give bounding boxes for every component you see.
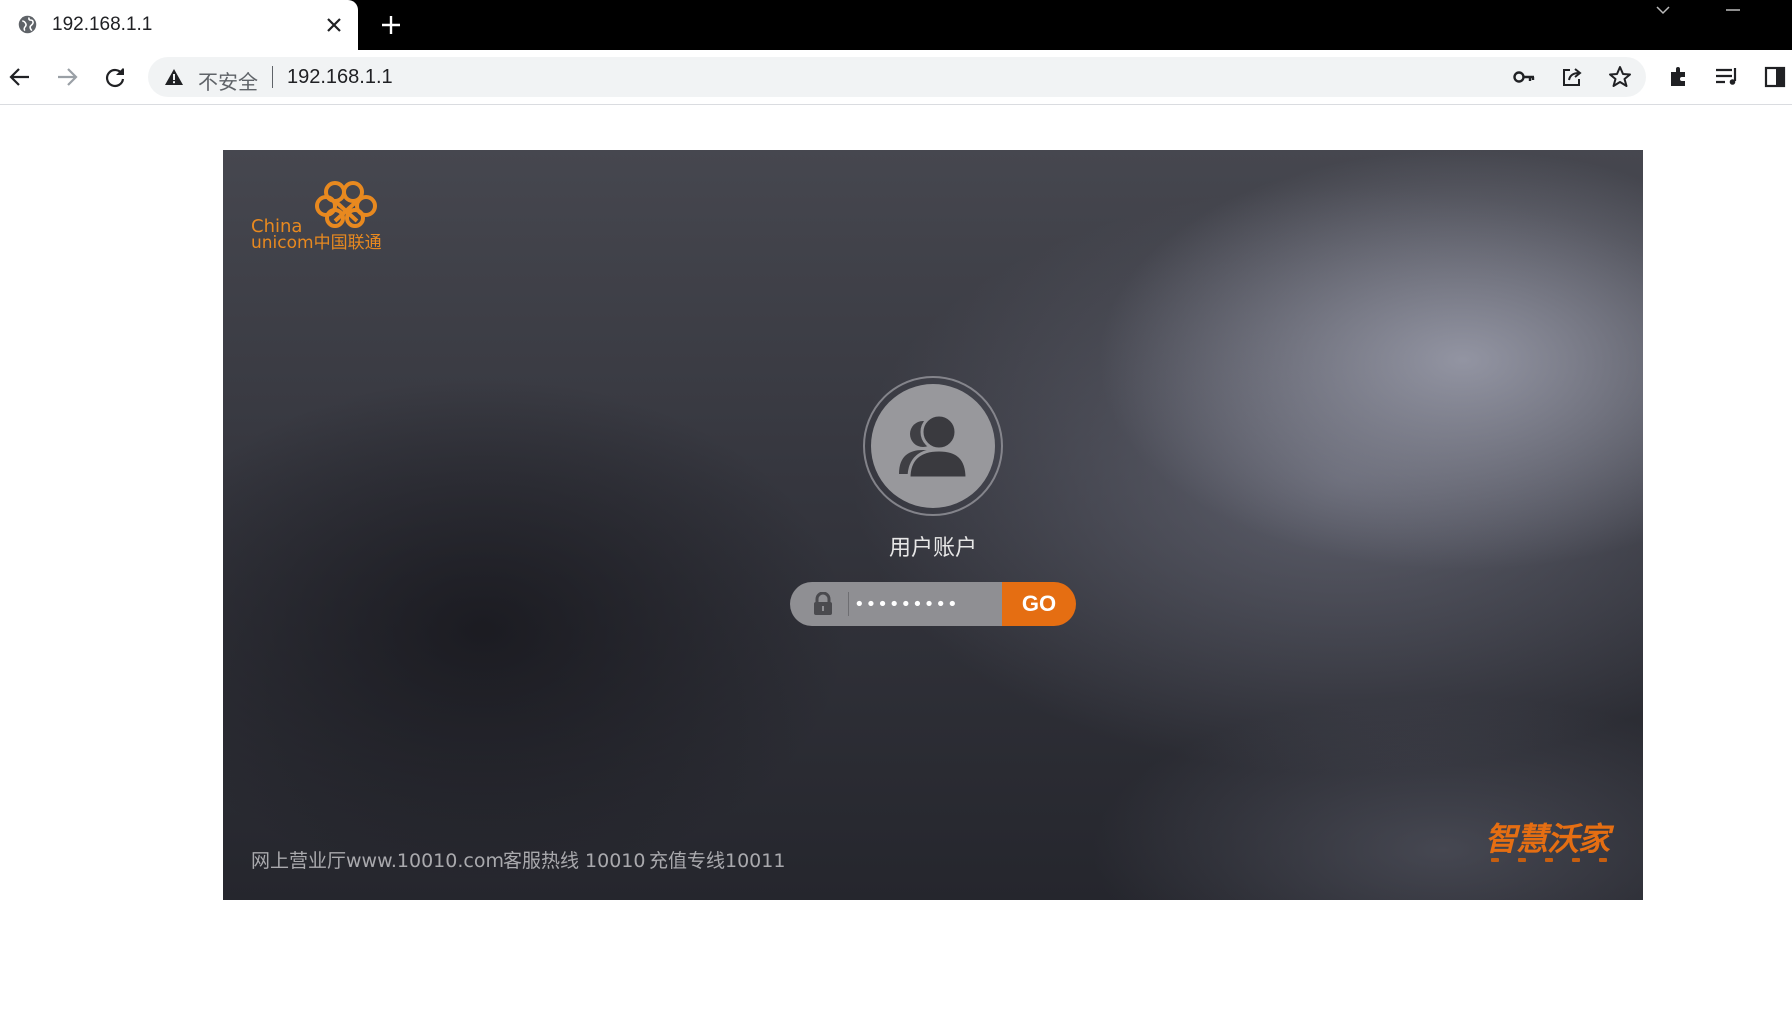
smart-wojia-logo: 智慧沃家 [1485, 814, 1615, 874]
new-tab-icon[interactable] [376, 10, 406, 40]
unicom-knot-icon [315, 181, 377, 228]
online-hall-link[interactable]: 网上营业厅www.10010.com [251, 846, 504, 873]
go-button[interactable]: GO [1002, 582, 1076, 626]
warning-icon[interactable] [164, 67, 184, 87]
reading-list-icon[interactable] [1714, 64, 1740, 90]
recharge-text: 充值专线10011 [649, 850, 786, 872]
password-divider [848, 592, 849, 616]
browser-tab[interactable]: 192.168.1.1 [0, 0, 358, 50]
bookmark-star-icon[interactable] [1608, 65, 1632, 89]
user-group-icon [899, 413, 969, 480]
key-icon[interactable] [1512, 65, 1536, 89]
china-unicom-logo: China unicom中国联通 [251, 178, 383, 253]
lock-icon [814, 592, 832, 615]
back-icon[interactable] [3, 60, 37, 94]
user-account-label: 用户账户 [888, 536, 977, 561]
close-tab-icon[interactable] [320, 11, 348, 39]
omnibox-divider [272, 66, 273, 88]
brand-title: 智慧沃家 [1485, 820, 1610, 858]
not-secure-label[interactable]: 不安全 [198, 66, 258, 95]
reload-icon[interactable] [98, 60, 132, 94]
minimize-window-icon[interactable] [1718, 0, 1748, 20]
url-text[interactable]: 192.168.1.1 [287, 66, 393, 89]
globe-icon [18, 15, 37, 34]
address-bar[interactable]: 不安全 192.168.1.1 [148, 57, 1646, 97]
extensions-icon[interactable] [1666, 64, 1692, 90]
browser-toolbar: 不安全 192.168.1.1 [0, 50, 1792, 105]
tab-title: 192.168.1.1 [52, 14, 153, 35]
side-panel-icon[interactable] [1762, 64, 1788, 90]
brand-decoration [1491, 858, 1607, 862]
tab-search-chevron-icon[interactable] [1648, 0, 1678, 20]
password-field-wrapper [790, 582, 1002, 626]
logo-text-unicom: unicom中国联通 [251, 233, 382, 253]
tab-strip: 192.168.1.1 [0, 0, 1792, 50]
share-icon[interactable] [1560, 65, 1584, 89]
hotline-text: 客服热线 10010 [503, 850, 646, 872]
password-input[interactable] [854, 582, 1000, 626]
forward-icon[interactable] [50, 60, 84, 94]
login-form: GO [790, 582, 1076, 626]
user-avatar [863, 376, 1003, 516]
login-hero: China unicom中国联通 用户账户 GO 网上营业厅www.10010.… [223, 150, 1643, 900]
